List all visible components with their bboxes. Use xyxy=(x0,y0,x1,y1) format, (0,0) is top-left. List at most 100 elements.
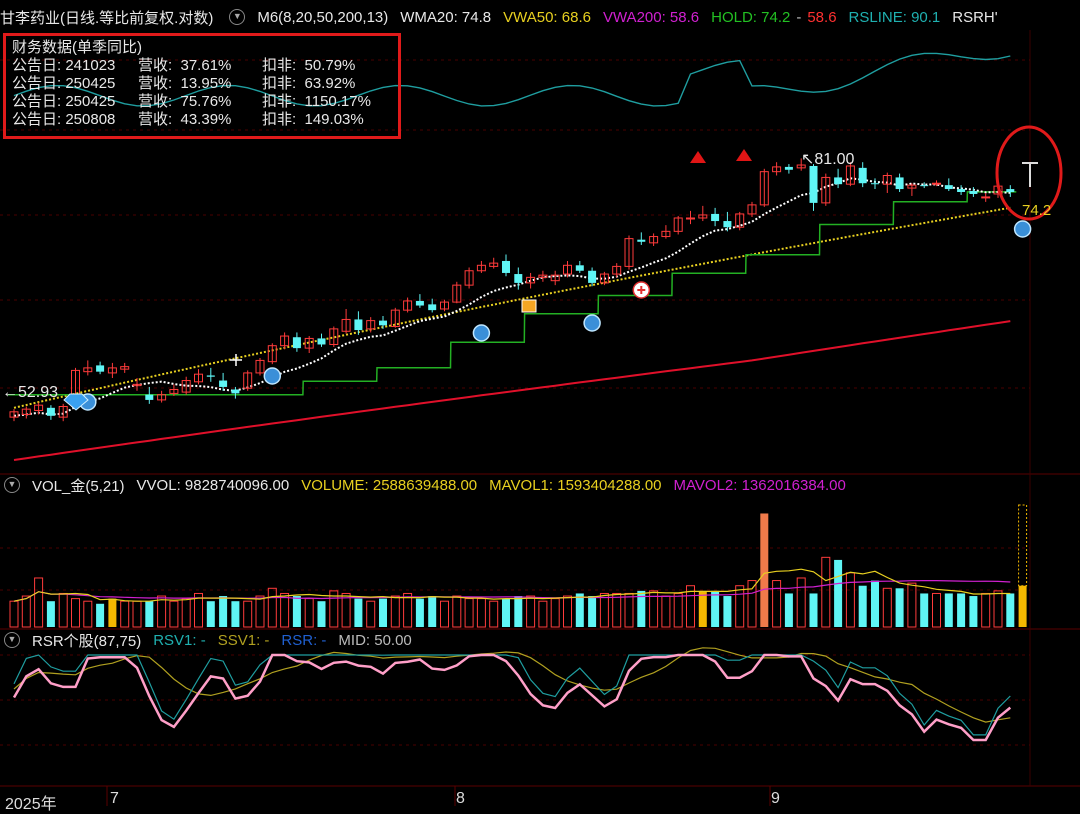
volume-bar-up xyxy=(599,592,609,628)
candle-down xyxy=(588,270,597,283)
cross-icon xyxy=(230,354,242,366)
volume-bar-up xyxy=(440,600,449,628)
mavol1-label: MAVOL1: 1593404288.00 xyxy=(489,476,662,494)
ssv1-line xyxy=(13,647,1011,723)
signal-circle-marker xyxy=(1013,220,1032,238)
volume-bar-down xyxy=(711,590,720,627)
volume-bar-up xyxy=(538,600,548,628)
financial-row: 公告日: 250425 营收: 75.76% 扣非: 1150.17% xyxy=(12,93,392,111)
volume-bar-up xyxy=(132,600,142,628)
volume-bar-down xyxy=(292,596,301,627)
volume-bar-down xyxy=(957,593,966,627)
volume-bar-down xyxy=(317,601,326,627)
volume-bar-up xyxy=(120,600,130,628)
volume-bar-up xyxy=(255,595,265,628)
volume-bar-down xyxy=(415,598,424,627)
candle-down xyxy=(944,185,953,190)
event-icon xyxy=(521,299,537,313)
announce-date: 公告日: 250425 xyxy=(12,93,116,110)
volume-bar-down xyxy=(46,601,55,627)
revenue-growth: 营收: 75.76% xyxy=(138,93,232,110)
candle-up xyxy=(932,182,941,185)
volume-header: ▼ VOL_金(5,21) VVOL: 9828740096.00 VOLUME… xyxy=(0,474,1080,496)
volume-bar-down xyxy=(698,590,707,627)
candle-down xyxy=(46,407,55,416)
volume-bar-down xyxy=(858,585,867,627)
candle-down xyxy=(723,221,732,228)
volume-bar-down xyxy=(588,596,597,627)
volume-bar-down xyxy=(944,593,953,627)
volume-bar-up xyxy=(563,595,572,628)
candle-down xyxy=(514,274,523,283)
candle-down xyxy=(920,185,929,187)
signal-circle-marker xyxy=(263,367,282,385)
volume-bar-down xyxy=(96,603,105,627)
volume-bar-up xyxy=(932,592,941,628)
volume-bar-up xyxy=(390,595,400,628)
volume-bar-current xyxy=(1018,585,1027,627)
chevron-down-icon[interactable]: ▼ xyxy=(4,477,20,493)
volume-bar-down xyxy=(514,596,523,627)
candle-down xyxy=(969,191,978,194)
hold-line xyxy=(8,191,1017,396)
volume-bar-up xyxy=(489,600,499,628)
volume-bar-down xyxy=(219,596,228,627)
candle-down xyxy=(96,365,105,372)
revenue-growth: 营收: 37.61% xyxy=(138,57,232,74)
volume-bar-up xyxy=(476,598,486,628)
volume-bar-up xyxy=(34,577,44,628)
rsr-label: RSR个股(87,75) xyxy=(32,632,142,650)
financial-row: 公告日: 250808 营收: 43.39% 扣非: 149.03% xyxy=(12,111,392,129)
volume-bar-down xyxy=(969,596,978,627)
volume-bar-down xyxy=(871,580,879,627)
volume-bar-up xyxy=(366,600,376,628)
ssv1-label: SSV1: - xyxy=(217,631,270,649)
candle-down xyxy=(206,375,215,377)
candle-down xyxy=(895,177,904,190)
revenue-growth: 营收: 13.95% xyxy=(138,75,232,92)
month-tick-9: 9 xyxy=(771,790,780,807)
volume-bar-down xyxy=(784,593,793,627)
volume-bar-up xyxy=(304,598,314,628)
volume-bar-up xyxy=(267,587,277,628)
candle-down xyxy=(858,167,867,184)
volume-bar-up xyxy=(747,580,757,628)
volume-bar-up xyxy=(452,595,462,628)
financial-data-box: 财务数据(单季同比) 公告日: 241023 营收: 37.61% 扣非: 50.7… xyxy=(3,33,401,139)
month-tick-8: 8 xyxy=(456,790,465,807)
volume-bar-down xyxy=(379,598,387,627)
net-profit-growth: 扣非: 149.03% xyxy=(262,111,364,128)
candle-down xyxy=(145,394,154,400)
volume-bar-down xyxy=(895,588,904,627)
volume-bar-up xyxy=(882,587,892,628)
announce-date: 公告日: 241023 xyxy=(12,57,116,74)
announce-date: 公告日: 250808 xyxy=(12,111,116,128)
candle-down xyxy=(957,189,966,192)
candle-down xyxy=(637,239,646,242)
ma8-line xyxy=(13,177,1011,417)
candle-down xyxy=(231,389,240,394)
candle-down xyxy=(711,213,720,222)
candle-down xyxy=(219,380,228,387)
volume-bar-down xyxy=(206,601,215,627)
volume-bar-up xyxy=(83,600,93,628)
candle-down xyxy=(317,338,326,345)
net-profit-growth: 扣非: 1150.17% xyxy=(262,93,371,110)
volume-bar-down xyxy=(920,593,929,627)
volume-bar-up xyxy=(464,598,474,628)
high-price-label: ↖81.00 xyxy=(801,151,855,168)
volume-bar-down xyxy=(231,601,240,627)
rsv1-label: RSV1: - xyxy=(153,631,206,649)
volume-bar-up xyxy=(526,595,536,628)
candle-up xyxy=(981,196,991,199)
volume-bar-up xyxy=(550,598,560,628)
chevron-down-icon[interactable]: ▼ xyxy=(4,632,20,648)
volume-bar-up xyxy=(624,592,634,628)
volume-bar-up xyxy=(981,592,991,628)
revenue-growth: 营收: 43.39% xyxy=(138,111,232,128)
volume-value: VOLUME: 2588639488.00 xyxy=(301,476,478,494)
mid-label: MID: 50.00 xyxy=(338,631,412,649)
volume-bar-down xyxy=(760,513,769,627)
candle-down xyxy=(575,265,584,271)
volume-bar-up xyxy=(403,592,413,628)
